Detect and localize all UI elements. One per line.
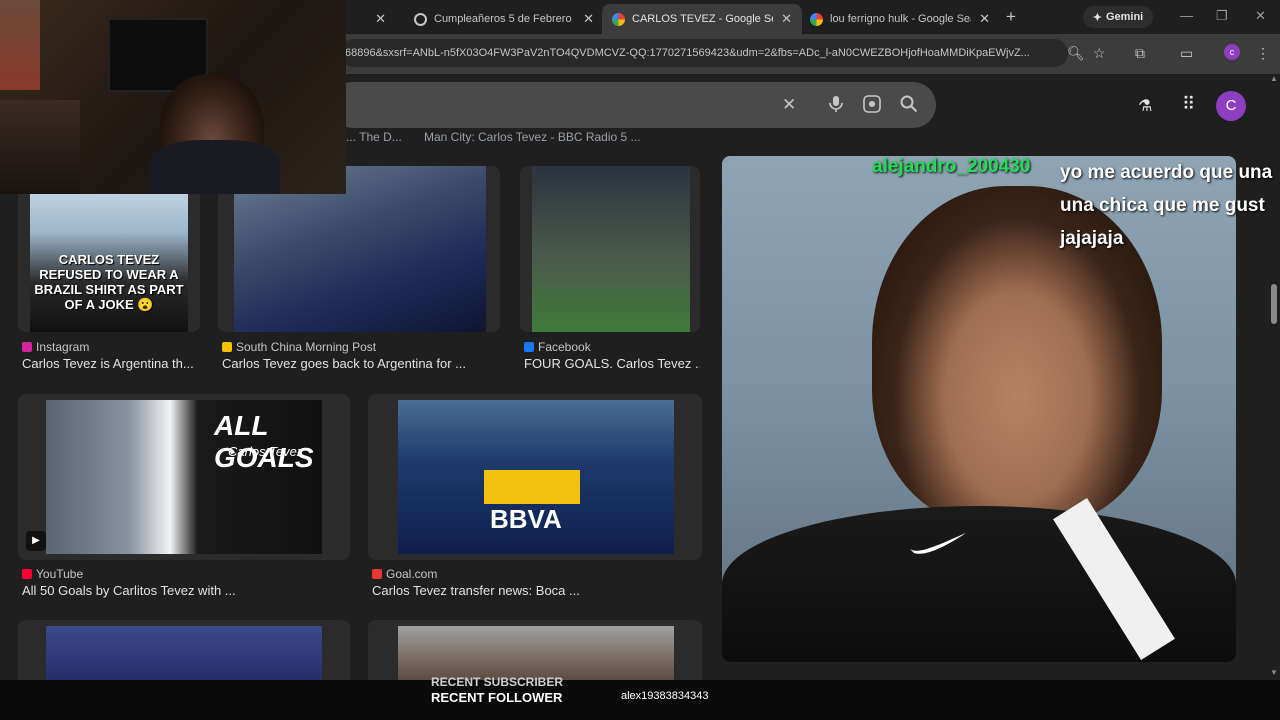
extensions-icon[interactable]: ⧉: [1135, 45, 1145, 62]
tab-carlos-tevez[interactable]: CARLOS TEVEZ - Google Search ✕: [602, 4, 802, 34]
close-tab-icon[interactable]: ✕: [375, 11, 386, 27]
search-icon[interactable]: [900, 95, 918, 118]
tab-partial[interactable]: ✕: [346, 4, 396, 34]
address-bar[interactable]: 68896&sxsrf=ANbL-n5fX03O4FW3PaV2nTO4QVDM…: [340, 39, 1068, 67]
room-shelf: [0, 0, 40, 90]
result-caption[interactable]: FOUR GOALS. Carlos Tevez ...: [524, 356, 700, 371]
streamer-shirt: [150, 140, 280, 194]
result-source[interactable]: Facebook: [524, 340, 591, 354]
result-image: [46, 626, 322, 680]
tab-cumpleaneros[interactable]: Cumpleañeros 5 de Febrero ✕: [404, 4, 604, 34]
close-tab-icon[interactable]: ✕: [979, 11, 990, 27]
url-text: 68896&sxsrf=ANbL-n5fX03O4FW3PaV2nTO4QVDM…: [345, 47, 1030, 59]
image-sponsor-text: BBVA: [490, 504, 562, 534]
prev-row-caption: ... The D...: [346, 130, 402, 144]
result-source[interactable]: South China Morning Post: [222, 340, 376, 354]
account-avatar[interactable]: C: [1216, 91, 1246, 121]
image-result-partial[interactable]: [368, 620, 702, 680]
mic-icon[interactable]: [829, 95, 843, 118]
profile-avatar[interactable]: c: [1224, 44, 1240, 60]
image-result-youtube[interactable]: ALL GOALS Carlos Tevez ▶: [18, 394, 350, 560]
result-image: [398, 626, 674, 680]
nike-swoosh-icon: [910, 533, 966, 554]
search-box[interactable]: ✕: [330, 82, 936, 128]
globe-icon: [414, 12, 427, 26]
maximize-button[interactable]: ❐: [1216, 8, 1228, 24]
result-image: BBVA: [398, 400, 674, 554]
gemini-button[interactable]: ✦ Gemini: [1083, 6, 1153, 28]
google-icon: [810, 12, 823, 26]
apps-grid-icon[interactable]: ⠿: [1182, 94, 1195, 115]
recent-subscriber-label: RECENT SUBSCRIBER: [431, 675, 564, 689]
close-window-button[interactable]: ✕: [1255, 8, 1266, 24]
result-caption[interactable]: All 50 Goals by Carlitos Tevez with ...: [22, 583, 350, 598]
scroll-down-icon[interactable]: ▼: [1270, 668, 1278, 677]
scroll-up-icon[interactable]: ▲: [1270, 74, 1278, 83]
clear-search-icon[interactable]: ✕: [782, 95, 796, 115]
facebook-icon: [524, 342, 534, 352]
result-source[interactable]: Instagram: [22, 340, 89, 354]
play-icon: ▶: [26, 531, 46, 551]
close-tab-icon[interactable]: ✕: [583, 11, 594, 27]
new-tab-button[interactable]: +: [1006, 7, 1016, 27]
image-result-facebook[interactable]: [520, 166, 700, 332]
result-image: [532, 166, 690, 332]
image-result-partial[interactable]: [18, 620, 350, 680]
menu-kebab-icon[interactable]: ⋮: [1256, 45, 1270, 62]
result-source[interactable]: Goal.com: [372, 567, 437, 581]
minimize-button[interactable]: —: [1180, 8, 1193, 23]
youtube-icon: [22, 569, 32, 579]
labs-flask-icon[interactable]: ⚗: [1138, 96, 1152, 116]
image-caption-text: CARLOS TEVEZ REFUSED TO WEAR A BRAZIL SH…: [34, 252, 184, 312]
close-tab-icon[interactable]: ✕: [781, 11, 792, 27]
gemini-sparkle-icon: ✦: [1092, 11, 1102, 24]
scroll-thumb[interactable]: [1271, 284, 1277, 324]
bookmark-star-icon[interactable]: ☆: [1093, 45, 1106, 62]
recent-follower-label: RECENT FOLLOWER: [431, 690, 563, 705]
result-image: ALL GOALS Carlos Tevez: [46, 400, 322, 554]
lens-icon[interactable]: [863, 95, 881, 118]
zoom-icon[interactable]: 🔍︎: [1067, 45, 1085, 62]
instagram-icon: [22, 342, 32, 352]
cast-icon[interactable]: ▭: [1180, 45, 1193, 62]
prev-row-caption: Man City: Carlos Tevez - BBC Radio 5 ...: [424, 130, 641, 144]
goal-icon: [372, 569, 382, 579]
image-result-goal[interactable]: BBVA: [368, 394, 702, 560]
room-furniture: [0, 100, 80, 194]
result-caption[interactable]: Carlos Tevez goes back to Argentina for …: [222, 356, 500, 371]
google-icon: [612, 12, 625, 26]
chat-username: alejandro_200430: [872, 156, 1031, 177]
webcam-overlay: [0, 0, 346, 194]
result-source[interactable]: YouTube: [22, 567, 83, 581]
image-title-text: ALL GOALS: [214, 410, 314, 473]
recent-follower-name: alex19383834343: [621, 690, 709, 702]
tab-lou-ferrigno[interactable]: lou ferrigno hulk - Google Search ✕: [800, 4, 1000, 34]
result-caption[interactable]: Carlos Tevez transfer news: Boca ...: [372, 583, 702, 598]
scmp-icon: [222, 342, 232, 352]
result-caption[interactable]: Carlos Tevez is Argentina th...: [22, 356, 198, 371]
image-subtitle-text: Carlos Tevez: [228, 444, 304, 459]
chat-message: yo me acuerdo que una una chica que me g…: [1060, 162, 1273, 249]
